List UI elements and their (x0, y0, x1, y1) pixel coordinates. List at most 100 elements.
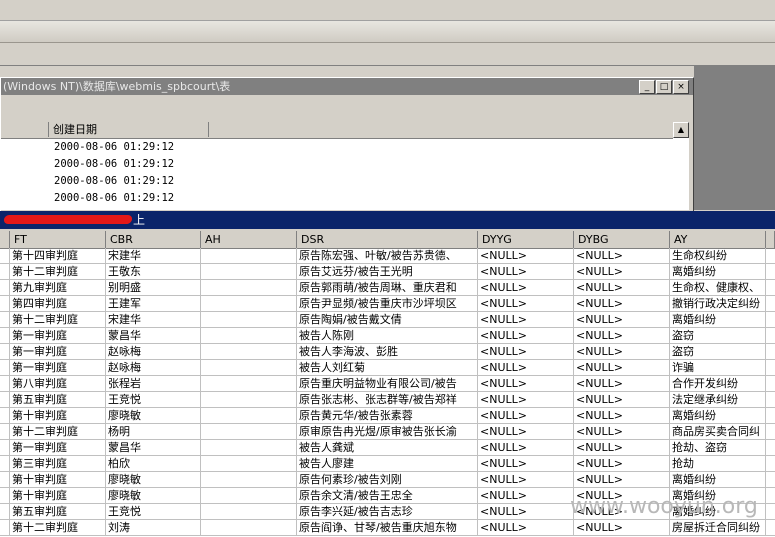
table-row[interactable]: 第五审判庭 王竞悦 原告张志彬、张志群等/被告郑祥 <NULL> <NULL> 法定继承纠… (0, 392, 775, 408)
cell-dybg[interactable]: <NULL> (574, 376, 670, 391)
cell-ay[interactable]: 离婚纠纷 (670, 472, 766, 487)
cell-ft[interactable]: 第四审判庭 (10, 296, 106, 311)
cell-dybg[interactable]: <NULL> (574, 344, 670, 359)
cell-cbr[interactable]: 蒙昌华 (106, 328, 201, 343)
cell-ay[interactable]: 合作开发纠纷 (670, 376, 766, 391)
cell-ay[interactable]: 撤销行政决定纠纷 (670, 296, 766, 311)
cell-cbr[interactable]: 柏欣 (106, 456, 201, 471)
cell-dybg[interactable]: <NULL> (574, 392, 670, 407)
cell-dyyg[interactable]: <NULL> (478, 408, 574, 423)
cell-dyyg[interactable]: <NULL> (478, 264, 574, 279)
cell-ah[interactable] (201, 360, 297, 375)
cell-dybg[interactable]: <NULL> (574, 360, 670, 375)
cell-ft[interactable]: 第十四审判庭 (10, 248, 106, 263)
cell-ay[interactable]: 房屋拆迁合同纠纷 (670, 520, 766, 535)
table-row[interactable]: 第十审判庭 廖晓敏 原告黄元华/被告张素蓉 <NULL> <NULL> 离婚纠纷 (0, 408, 775, 424)
row-selector[interactable] (0, 424, 10, 439)
cell-dybg[interactable]: <NULL> (574, 296, 670, 311)
cell-ft[interactable]: 第十二审判庭 (10, 520, 106, 535)
cell-dyyg[interactable]: <NULL> (478, 360, 574, 375)
cell-cbr[interactable]: 宋建华 (106, 312, 201, 327)
cell-dyyg[interactable]: <NULL> (478, 488, 574, 503)
table-row[interactable]: 第十审判庭 廖晓敏 原告何素珍/被告刘刚 <NULL> <NULL> 离婚纠纷 (0, 472, 775, 488)
row-selector[interactable] (0, 504, 10, 519)
cell-ay[interactable]: 盗窃 (670, 328, 766, 343)
cell-dybg[interactable]: <NULL> (574, 408, 670, 423)
cell-dsr[interactable]: 原告阎诤、甘琴/被告重庆旭东物 (297, 520, 478, 535)
cell-ah[interactable] (201, 264, 297, 279)
cell-ah[interactable] (201, 472, 297, 487)
cell-ay[interactable]: 离婚纠纷 (670, 264, 766, 279)
cell-cbr[interactable]: 王竞悦 (106, 504, 201, 519)
cell-dybg[interactable]: <NULL> (574, 520, 670, 535)
table-row[interactable]: 第四审判庭 王建军 原告尹显频/被告重庆市沙坪坝区 <NULL> <NULL> 撤销行政决… (0, 296, 775, 312)
scroll-up-button[interactable]: ▲ (673, 122, 689, 138)
cell-ft[interactable]: 第九审判庭 (10, 280, 106, 295)
cell-ah[interactable] (201, 344, 297, 359)
row-selector[interactable] (0, 520, 10, 535)
cell-ft[interactable]: 第十二审判庭 (10, 264, 106, 279)
cell-dsr[interactable]: 被告人龚斌 (297, 440, 478, 455)
cell-dsr[interactable]: 被告人刘红菊 (297, 360, 478, 375)
table-row[interactable]: 第九审判庭 别明盛 原告郭雨萌/被告周琳、重庆君和 <NULL> <NULL> 生命权、健… (0, 280, 775, 296)
cell-cbr[interactable]: 廖晓敏 (106, 408, 201, 423)
cell-ft[interactable]: 第十审判庭 (10, 408, 106, 423)
row-selector[interactable] (0, 408, 10, 423)
cell-ah[interactable] (201, 424, 297, 439)
cell-ah[interactable] (201, 296, 297, 311)
cell-ay[interactable]: 离婚纠纷 (670, 408, 766, 423)
cell-dybg[interactable]: <NULL> (574, 280, 670, 295)
cell-dybg[interactable]: <NULL> (574, 424, 670, 439)
cell-cbr[interactable]: 刘涛 (106, 520, 201, 535)
row-selector[interactable] (0, 344, 10, 359)
cell-ay[interactable]: 生命权纠纷 (670, 248, 766, 263)
list-item[interactable]: 2000-08-06 01:29:12 (54, 156, 174, 173)
cell-ft[interactable]: 第一审判庭 (10, 344, 106, 359)
column-header-overflow[interactable] (766, 231, 775, 248)
list-item[interactable]: 2000-08-06 01:29:12 (54, 173, 174, 190)
cell-dsr[interactable]: 原告郭雨萌/被告周琳、重庆君和 (297, 280, 478, 295)
cell-dybg[interactable]: <NULL> (574, 328, 670, 343)
cell-ah[interactable] (201, 408, 297, 423)
table-row[interactable]: 第十二审判庭 杨明 原审原告冉光煜/原审被告张长渝 <NULL> <NULL> 商品房买卖… (0, 424, 775, 440)
cell-dsr[interactable]: 原告李兴延/被告吉志珍 (297, 504, 478, 519)
cell-ah[interactable] (201, 376, 297, 391)
cell-dsr[interactable]: 原告余文清/被告王忠全 (297, 488, 478, 503)
cell-ft[interactable]: 第一审判庭 (10, 360, 106, 375)
cell-dyyg[interactable]: <NULL> (478, 456, 574, 471)
cell-cbr[interactable]: 王建军 (106, 296, 201, 311)
close-button[interactable]: × (673, 80, 689, 94)
table-row[interactable]: 第八审判庭 张程岩 原告重庆明益物业有限公司/被告 <NULL> <NULL> 合作开发纠… (0, 376, 775, 392)
cell-ay[interactable]: 生命权、健康权、 (670, 280, 766, 295)
cell-ft[interactable]: 第三审判庭 (10, 456, 106, 471)
table-row[interactable]: 第十四审判庭 宋建华 原告陈宏强、叶敏/被告苏贵德、 <NULL> <NULL> 生命权纠… (0, 248, 775, 264)
table-row[interactable]: 第三审判庭 柏欣 被告人廖建 <NULL> <NULL> 抢劫 (0, 456, 775, 472)
cell-ft[interactable]: 第十二审判庭 (10, 312, 106, 327)
cell-dyyg[interactable]: <NULL> (478, 504, 574, 519)
cell-dyyg[interactable]: <NULL> (478, 392, 574, 407)
cell-ah[interactable] (201, 248, 297, 263)
cell-cbr[interactable]: 别明盛 (106, 280, 201, 295)
table-row[interactable]: 第一审判庭 赵咏梅 被告人李海波、彭胜 <NULL> <NULL> 盗窃 (0, 344, 775, 360)
cell-dsr[interactable]: 原告重庆明益物业有限公司/被告 (297, 376, 478, 391)
cell-ay[interactable]: 盗窃 (670, 344, 766, 359)
column-header-ay[interactable]: AY (670, 231, 766, 248)
cell-ah[interactable] (201, 456, 297, 471)
cell-dyyg[interactable]: <NULL> (478, 280, 574, 295)
cell-ay[interactable]: 离婚纠纷 (670, 312, 766, 327)
cell-dsr[interactable]: 被告人陈刚 (297, 328, 478, 343)
column-header-dsr[interactable]: DSR (297, 231, 478, 248)
table-row[interactable]: 第一审判庭 赵咏梅 被告人刘红菊 <NULL> <NULL> 诈骗 (0, 360, 775, 376)
cell-ay[interactable]: 抢劫 (670, 456, 766, 471)
row-selector[interactable] (0, 472, 10, 487)
table-row[interactable]: 第一审判庭 蒙昌华 被告人龚斌 <NULL> <NULL> 抢劫、盗窃 (0, 440, 775, 456)
row-selector[interactable] (0, 296, 10, 311)
cell-dsr[interactable]: 原审原告冉光煜/原审被告张长渝 (297, 424, 478, 439)
row-selector[interactable] (0, 360, 10, 375)
row-selector[interactable] (0, 376, 10, 391)
table-row[interactable]: 第一审判庭 蒙昌华 被告人陈刚 <NULL> <NULL> 盗窃 (0, 328, 775, 344)
cell-ah[interactable] (201, 488, 297, 503)
row-selector[interactable] (0, 264, 10, 279)
cell-dyyg[interactable]: <NULL> (478, 344, 574, 359)
cell-cbr[interactable]: 杨明 (106, 424, 201, 439)
